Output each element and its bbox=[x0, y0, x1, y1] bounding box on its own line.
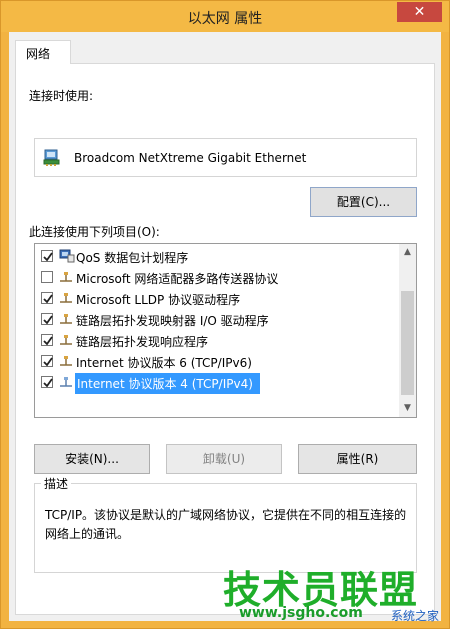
item-label: Microsoft LLDP 协议驱动程序 bbox=[76, 293, 241, 307]
items-label: 此连接使用下列项目(O): bbox=[29, 225, 160, 239]
site-watermark: 技术员联盟 www.jsgho.com 系统之家 bbox=[213, 559, 445, 625]
watermark-sub: 系统之家 bbox=[391, 609, 440, 623]
protocol-icon bbox=[59, 270, 73, 284]
list-item[interactable]: Internet 协议版本 6 (TCP/IPv6) bbox=[35, 351, 400, 372]
connect-using-label: 连接时使用: bbox=[29, 89, 94, 103]
watermark-url: www.jsgho.com bbox=[239, 605, 363, 621]
tab-panel: 连接时使用: Broadcom NetXtreme Gigabit Ethern… bbox=[15, 63, 435, 615]
checkbox[interactable] bbox=[41, 313, 53, 325]
close-icon: ✕ bbox=[413, 4, 426, 20]
title-bar[interactable]: 以太网 属性 ✕ bbox=[1, 1, 449, 32]
properties-button[interactable]: 属性(R) bbox=[298, 444, 417, 474]
adapter-box: Broadcom NetXtreme Gigabit Ethernet bbox=[34, 138, 417, 177]
checkbox[interactable] bbox=[41, 334, 53, 346]
item-label: Internet 协议版本 4 (TCP/IPv4) bbox=[75, 373, 260, 394]
install-button[interactable]: 安装(N)... bbox=[34, 444, 150, 474]
window-title: 以太网 属性 bbox=[187, 11, 263, 27]
item-label: 链路层拓扑发现映射器 I/O 驱动程序 bbox=[76, 314, 269, 328]
properties-window: 以太网 属性 ✕ 网络 连接时使用: Broadcom NetXtreme Gi… bbox=[0, 0, 450, 629]
scroll-up-icon[interactable]: ▲ bbox=[399, 244, 416, 261]
protocol-icon bbox=[59, 312, 73, 326]
list-item[interactable]: Microsoft 网络适配器多路传送器协议 bbox=[35, 267, 400, 288]
checkbox[interactable] bbox=[41, 292, 53, 304]
checkbox[interactable] bbox=[41, 376, 53, 388]
description-legend: 描述 bbox=[41, 475, 72, 492]
item-label: QoS 数据包计划程序 bbox=[76, 251, 189, 265]
scrollbar-thumb[interactable] bbox=[401, 291, 414, 395]
item-label: 链路层拓扑发现响应程序 bbox=[76, 335, 209, 349]
configure-button[interactable]: 配置(C)... bbox=[310, 187, 417, 217]
item-label: Microsoft 网络适配器多路传送器协议 bbox=[76, 272, 279, 286]
adapter-name: Broadcom NetXtreme Gigabit Ethernet bbox=[74, 151, 307, 165]
protocol-icon bbox=[59, 375, 73, 389]
vertical-scrollbar[interactable]: ▲ ▼ bbox=[399, 244, 416, 417]
uninstall-button[interactable]: 卸载(U) bbox=[166, 444, 282, 474]
description-text: TCP/IP。该协议是默认的广域网络协议，它提供在不同的相互连接的网络上的通讯。 bbox=[45, 508, 407, 541]
list-item[interactable]: 链路层拓扑发现响应程序 bbox=[35, 330, 400, 351]
protocol-icon bbox=[59, 354, 73, 368]
checkbox[interactable] bbox=[41, 355, 53, 367]
list-item[interactable]: 链路层拓扑发现映射器 I/O 驱动程序 bbox=[35, 309, 400, 330]
items-listbox[interactable]: QoS 数据包计划程序 Microsoft 网络适配器多路传送器协议 Micro… bbox=[34, 243, 417, 418]
dialog-client: 网络 连接时使用: Broadcom NetXtreme Gigabit Eth… bbox=[9, 32, 441, 621]
protocol-icon bbox=[59, 333, 73, 347]
network-adapter-icon bbox=[43, 149, 63, 167]
scroll-down-icon[interactable]: ▼ bbox=[399, 400, 416, 417]
list-item[interactable]: QoS 数据包计划程序 bbox=[35, 246, 400, 267]
tab-network[interactable]: 网络 bbox=[15, 40, 71, 64]
list-item[interactable]: Microsoft LLDP 协议驱动程序 bbox=[35, 288, 400, 309]
checkbox[interactable] bbox=[41, 271, 53, 283]
qos-scheduler-icon bbox=[59, 249, 75, 263]
checkbox[interactable] bbox=[41, 250, 53, 262]
close-button[interactable]: ✕ bbox=[397, 2, 442, 22]
item-label: Internet 协议版本 6 (TCP/IPv6) bbox=[76, 356, 252, 370]
list-item-selected[interactable]: Internet 协议版本 4 (TCP/IPv4) bbox=[35, 372, 400, 394]
protocol-icon bbox=[59, 291, 73, 305]
